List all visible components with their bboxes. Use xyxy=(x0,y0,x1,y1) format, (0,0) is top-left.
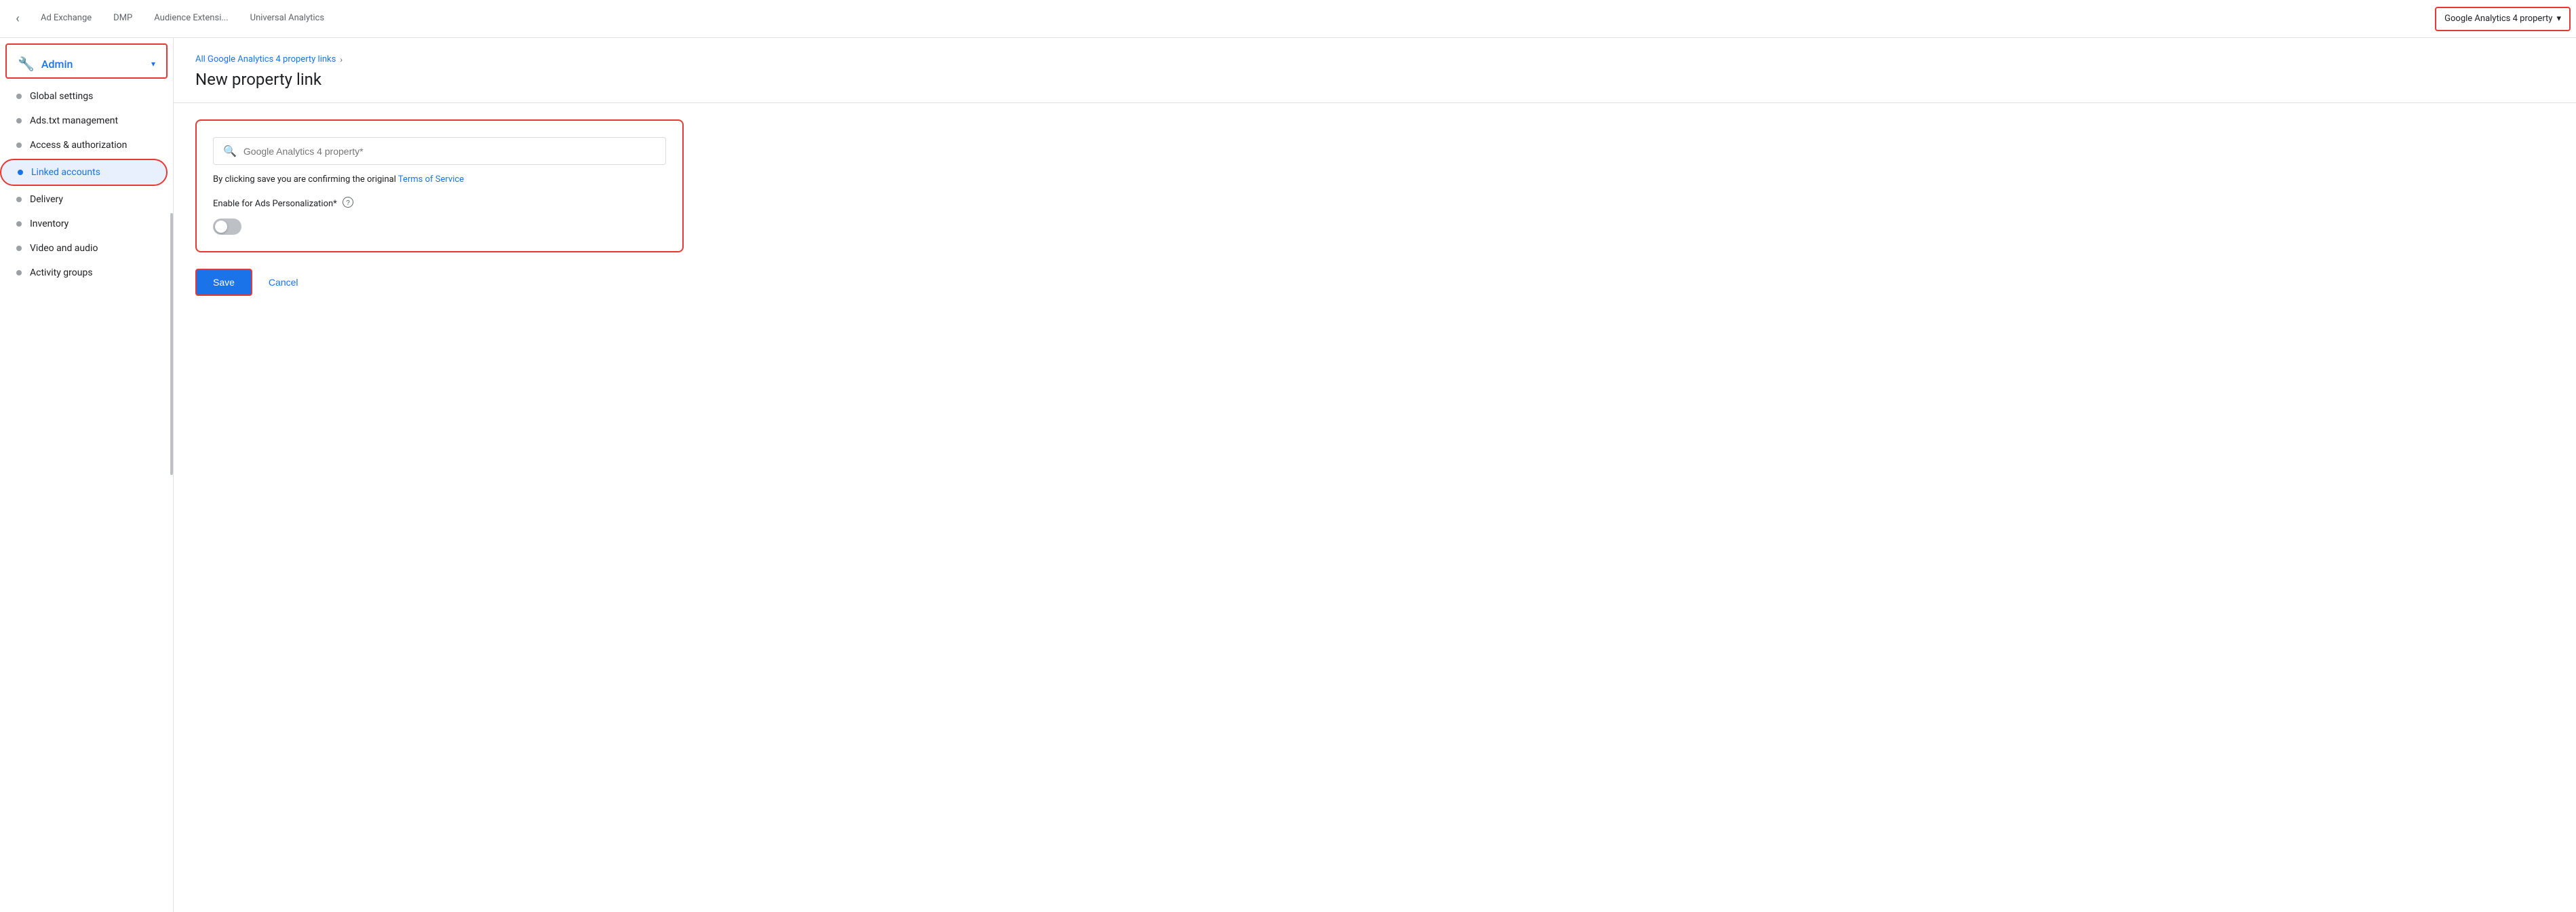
toggle-row: Enable for Ads Personalization* ? xyxy=(213,197,666,210)
sidebar-item-inventory-label: Inventory xyxy=(30,218,69,229)
terms-text: By clicking save you are confirming the … xyxy=(213,174,666,185)
form-card: 🔍 By clicking save you are confirming th… xyxy=(195,119,684,252)
back-button[interactable]: ‹ xyxy=(5,7,30,31)
breadcrumb-chevron-icon: › xyxy=(340,55,343,64)
page-title: New property link xyxy=(174,70,2576,102)
dot-icon xyxy=(16,118,22,124)
sidebar-item-inventory[interactable]: Inventory xyxy=(0,212,165,236)
content-divider xyxy=(174,102,2576,103)
chevron-down-icon: ▾ xyxy=(2556,14,2561,24)
sidebar-item-activity-groups[interactable]: Activity groups xyxy=(0,261,165,285)
dot-icon xyxy=(16,221,22,227)
tab-audience-extensi[interactable]: Audience Extensi... xyxy=(143,0,239,38)
tab-dmp-label: DMP xyxy=(113,13,132,23)
sidebar-item-linked-accounts[interactable]: Linked accounts xyxy=(0,159,168,186)
dot-active-icon xyxy=(18,170,23,175)
breadcrumb: All Google Analytics 4 property links › xyxy=(174,38,2576,70)
tab-ad-exchange-label: Ad Exchange xyxy=(41,13,92,23)
terms-of-service-link[interactable]: Terms of Service xyxy=(398,174,464,185)
tab-dmp[interactable]: DMP xyxy=(102,0,143,38)
wrench-icon: 🔧 xyxy=(18,56,35,72)
tab-audience-extensi-label: Audience Extensi... xyxy=(154,13,228,23)
save-button[interactable]: Save xyxy=(195,269,252,296)
content-area: All Google Analytics 4 property links › … xyxy=(174,38,2576,912)
terms-text-prefix: By clicking save you are confirming the … xyxy=(213,174,396,185)
dot-icon xyxy=(16,246,22,251)
sidebar-item-ads-txt-label: Ads.txt management xyxy=(30,115,118,126)
sidebar: 🔧 Admin ▾ Global settings Ads.txt manage… xyxy=(0,38,174,912)
dot-icon xyxy=(16,94,22,99)
dot-icon xyxy=(16,197,22,202)
tab-universal-analytics[interactable]: Universal Analytics xyxy=(239,0,335,38)
sidebar-scrollbar[interactable] xyxy=(169,38,173,912)
action-buttons: Save Cancel xyxy=(174,252,2576,312)
search-icon: 🔍 xyxy=(223,145,237,157)
dot-icon xyxy=(16,270,22,276)
sidebar-item-video-audio[interactable]: Video and audio xyxy=(0,236,165,261)
toggle-thumb xyxy=(215,221,227,233)
dot-icon xyxy=(16,142,22,148)
breadcrumb-link[interactable]: All Google Analytics 4 property links xyxy=(195,54,336,64)
ga4-property-dropdown-label: Google Analytics 4 property xyxy=(2444,14,2552,24)
ga4-property-search-input[interactable] xyxy=(243,146,656,157)
sidebar-item-linked-accounts-label: Linked accounts xyxy=(31,167,100,178)
search-field[interactable]: 🔍 xyxy=(213,137,666,165)
sidebar-item-video-audio-label: Video and audio xyxy=(30,243,98,254)
top-nav-tabs: Ad Exchange DMP Audience Extensi... Univ… xyxy=(30,0,2429,38)
sidebar-item-access-auth[interactable]: Access & authorization xyxy=(0,133,165,157)
admin-chevron-icon: ▾ xyxy=(151,59,155,69)
ga4-property-dropdown[interactable]: Google Analytics 4 property ▾ xyxy=(2435,7,2571,31)
sidebar-item-activity-groups-label: Activity groups xyxy=(30,267,93,278)
cancel-button[interactable]: Cancel xyxy=(263,270,304,294)
sidebar-item-global-settings-label: Global settings xyxy=(30,91,93,102)
svg-text:?: ? xyxy=(346,200,350,207)
sidebar-item-global-settings[interactable]: Global settings xyxy=(0,84,165,109)
help-icon[interactable]: ? xyxy=(343,197,353,210)
sidebar-item-access-auth-label: Access & authorization xyxy=(30,140,127,151)
admin-nav-item[interactable]: 🔧 Admin ▾ xyxy=(5,43,168,79)
tab-universal-analytics-label: Universal Analytics xyxy=(250,13,324,23)
sidebar-item-ads-txt[interactable]: Ads.txt management xyxy=(0,109,165,133)
sidebar-scrollbar-thumb xyxy=(170,213,173,475)
top-nav: ‹ Ad Exchange DMP Audience Extensi... Un… xyxy=(0,0,2576,38)
sidebar-item-delivery[interactable]: Delivery xyxy=(0,187,165,212)
ads-personalization-toggle[interactable] xyxy=(213,218,241,235)
toggle-label: Enable for Ads Personalization* xyxy=(213,199,337,209)
admin-label: Admin xyxy=(41,58,73,71)
tab-ad-exchange[interactable]: Ad Exchange xyxy=(30,0,102,38)
sidebar-item-delivery-label: Delivery xyxy=(30,194,63,205)
main-layout: 🔧 Admin ▾ Global settings Ads.txt manage… xyxy=(0,38,2576,912)
